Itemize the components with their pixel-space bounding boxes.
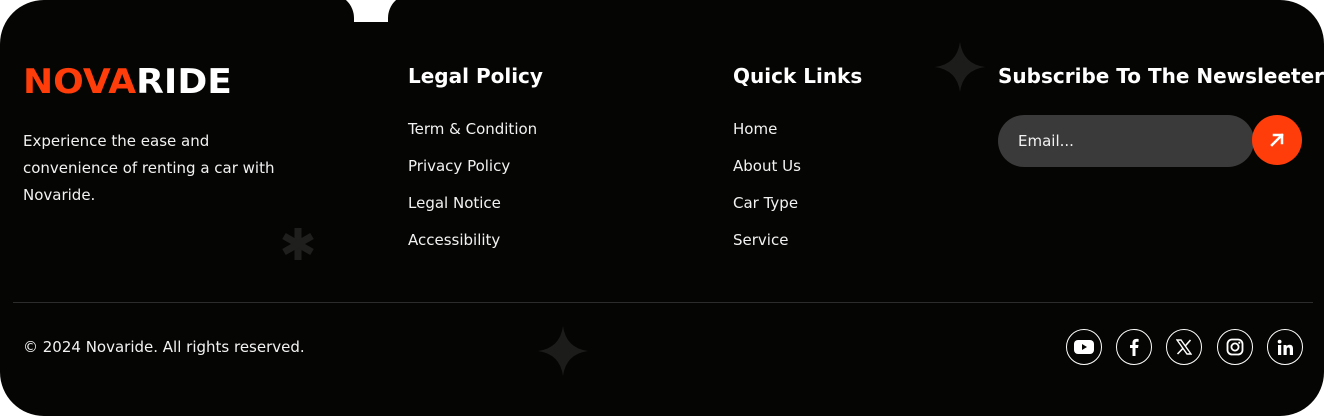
site-footer: NOVARIDE Experience the ease and conveni… (0, 0, 1324, 416)
copyright-text: © 2024 Novaride. All rights reserved. (23, 338, 305, 356)
link-legal-notice[interactable]: Legal Notice (408, 194, 537, 231)
link-privacy-policy[interactable]: Privacy Policy (408, 157, 537, 194)
facebook-icon (1130, 338, 1139, 356)
link-service[interactable]: Service (733, 231, 801, 268)
logo-text-nova: NOVA (23, 62, 137, 102)
brand-description: Experience the ease and convenience of r… (23, 132, 275, 204)
quick-links: Home About Us Car Type Service (733, 120, 801, 268)
youtube-icon (1074, 340, 1094, 354)
quick-links-heading: Quick Links (733, 64, 863, 88)
arrow-up-right-icon (1270, 133, 1284, 147)
link-term-condition[interactable]: Term & Condition (408, 120, 537, 157)
link-about-us[interactable]: About Us (733, 157, 801, 194)
linkedin-link[interactable] (1267, 329, 1303, 365)
top-notch (326, 0, 416, 22)
footer-divider (13, 302, 1313, 303)
asterisk-decoration-icon (282, 228, 314, 260)
link-car-type[interactable]: Car Type (733, 194, 801, 231)
x-icon (1176, 339, 1192, 355)
link-home[interactable]: Home (733, 120, 801, 157)
sparkle-decoration-icon (538, 326, 588, 376)
youtube-link[interactable] (1066, 329, 1102, 365)
newsletter-heading: Subscribe To The Newsleeters (998, 64, 1324, 88)
linkedin-icon (1277, 339, 1293, 355)
email-input[interactable] (998, 115, 1254, 167)
instagram-link[interactable] (1217, 329, 1253, 365)
link-accessibility[interactable]: Accessibility (408, 231, 537, 268)
legal-links: Term & Condition Privacy Policy Legal No… (408, 120, 537, 268)
sparkle-decoration-icon (935, 42, 985, 92)
facebook-link[interactable] (1116, 329, 1152, 365)
subscribe-button[interactable] (1252, 115, 1302, 165)
logo-text-ride: RIDE (136, 62, 232, 102)
instagram-icon (1226, 338, 1244, 356)
x-link[interactable] (1166, 329, 1202, 365)
brand-logo[interactable]: NOVARIDE (23, 62, 232, 102)
legal-policy-heading: Legal Policy (408, 64, 543, 88)
